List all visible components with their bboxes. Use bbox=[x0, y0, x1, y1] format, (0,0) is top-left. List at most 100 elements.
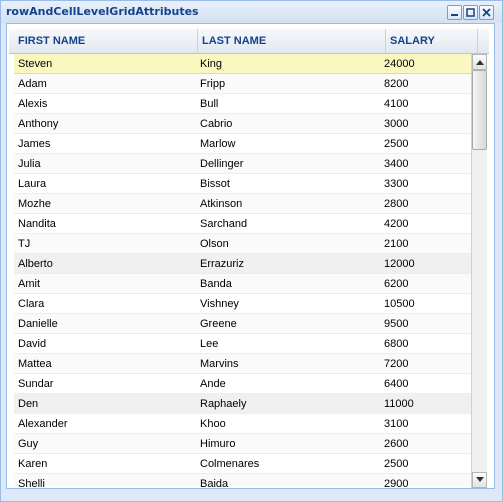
first-name-cell: Alexander bbox=[18, 418, 68, 430]
salary-cell: 4200 bbox=[384, 218, 409, 230]
window-title: rowAndCellLevelGridAttributes bbox=[6, 5, 199, 18]
table-row[interactable]: Danielle Greene 9500 bbox=[14, 314, 474, 334]
salary-cell: 3400 bbox=[384, 158, 409, 170]
table-row[interactable]: TJ Olson 2100 bbox=[14, 234, 474, 254]
table-row[interactable]: Guy Himuro 2600 bbox=[14, 434, 474, 454]
last-name-cell: Raphaely bbox=[200, 398, 247, 410]
table-row[interactable]: Nandita Sarchand 4200 bbox=[14, 214, 474, 234]
table-row[interactable]: Den Raphaely 11000 bbox=[14, 394, 474, 414]
first-name-cell: Mattea bbox=[18, 358, 52, 370]
first-name-cell: Karen bbox=[18, 458, 48, 470]
grid-header: FIRST NAME LAST NAME SALARY bbox=[9, 29, 489, 54]
last-name-cell: Colmenares bbox=[200, 458, 260, 470]
last-name-cell: Dellinger bbox=[200, 158, 244, 170]
close-button[interactable] bbox=[479, 5, 494, 20]
last-name-cell: Marlow bbox=[200, 138, 236, 150]
scroll-up-button[interactable] bbox=[472, 54, 487, 70]
last-name-cell: Sarchand bbox=[200, 218, 248, 230]
table-row[interactable]: Mozhe Atkinson 2800 bbox=[14, 194, 474, 214]
last-name-cell: Banda bbox=[200, 278, 232, 290]
grid-window: rowAndCellLevelGridAttributes FIRST NAME… bbox=[0, 0, 503, 502]
salary-cell: 4100 bbox=[384, 98, 409, 110]
grid-rows: Steven King 24000 Adam Fripp 8200 Alexis Bull 41… bbox=[14, 54, 474, 487]
salary-cell: 2600 bbox=[384, 438, 409, 450]
first-name-cell: Den bbox=[18, 398, 39, 410]
salary-cell: 3100 bbox=[384, 418, 409, 430]
first-name-cell: Alexis bbox=[18, 98, 48, 110]
column-header-salary[interactable]: SALARY bbox=[386, 29, 478, 54]
last-name-cell: Marvins bbox=[200, 358, 239, 370]
table-row[interactable]: Amit Banda 6200 bbox=[14, 274, 474, 294]
last-name-cell: Greene bbox=[200, 318, 237, 330]
first-name-cell: Steven bbox=[18, 58, 53, 70]
last-name-cell: Ande bbox=[200, 378, 226, 390]
salary-cell: 6200 bbox=[384, 278, 409, 290]
salary-cell: 10500 bbox=[384, 298, 415, 310]
last-name-cell: Vishney bbox=[200, 298, 239, 310]
first-name-cell: Danielle bbox=[18, 318, 58, 330]
table-row[interactable]: Alexander Khoo 3100 bbox=[14, 414, 474, 434]
salary-cell: 9500 bbox=[384, 318, 409, 330]
first-name-cell: Guy bbox=[18, 438, 39, 450]
first-name-cell: Clara bbox=[18, 298, 45, 310]
table-row[interactable]: Julia Dellinger 3400 bbox=[14, 154, 474, 174]
last-name-cell: Atkinson bbox=[200, 198, 243, 210]
table-row[interactable]: Sundar Ande 6400 bbox=[14, 374, 474, 394]
table-row[interactable]: Adam Fripp 8200 bbox=[14, 74, 474, 94]
first-name-cell: Shelli bbox=[18, 478, 45, 487]
first-name-cell: Mozhe bbox=[18, 198, 52, 210]
last-name-cell: Himuro bbox=[200, 438, 236, 450]
column-header-last-name[interactable]: LAST NAME bbox=[198, 29, 386, 54]
maximize-button[interactable] bbox=[463, 5, 478, 20]
table-row[interactable]: Shelli Baida 2900 bbox=[14, 474, 474, 487]
last-name-cell: Bissot bbox=[200, 178, 230, 190]
column-header-first-name[interactable]: FIRST NAME bbox=[14, 29, 198, 54]
arrow-down-icon bbox=[476, 477, 484, 482]
first-name-cell: Alberto bbox=[18, 258, 53, 270]
salary-cell: 12000 bbox=[384, 258, 415, 270]
first-name-cell: Julia bbox=[18, 158, 41, 170]
last-name-cell: Baida bbox=[200, 478, 229, 487]
last-name-cell: King bbox=[200, 58, 223, 70]
last-name-cell: Khoo bbox=[200, 418, 226, 430]
window-footer bbox=[1, 489, 502, 501]
maximize-icon bbox=[466, 8, 475, 17]
table-row[interactable]: Laura Bissot 3300 bbox=[14, 174, 474, 194]
salary-cell: 3300 bbox=[384, 178, 409, 190]
salary-cell: 2800 bbox=[384, 198, 409, 210]
minimize-icon bbox=[451, 14, 458, 16]
first-name-cell: James bbox=[18, 138, 51, 150]
data-grid: FIRST NAME LAST NAME SALARY Steven King 24… bbox=[9, 29, 489, 489]
table-row[interactable]: Anthony Cabrio 3000 bbox=[14, 114, 474, 134]
last-name-cell: Fripp bbox=[200, 78, 226, 90]
table-row[interactable]: Clara Vishney 10500 bbox=[14, 294, 474, 314]
table-row[interactable]: Mattea Marvins 7200 bbox=[14, 354, 474, 374]
salary-cell: 6800 bbox=[384, 338, 409, 350]
title-bar[interactable]: rowAndCellLevelGridAttributes bbox=[1, 1, 502, 23]
last-name-cell: Lee bbox=[200, 338, 219, 350]
salary-cell: 11000 bbox=[384, 398, 414, 410]
last-name-cell: Bull bbox=[200, 98, 219, 110]
table-row[interactable]: Alexis Bull 4100 bbox=[14, 94, 474, 114]
first-name-cell: Laura bbox=[18, 178, 47, 190]
salary-cell: 8200 bbox=[384, 78, 409, 90]
salary-cell: 2100 bbox=[384, 238, 409, 250]
salary-cell: 6400 bbox=[384, 378, 409, 390]
first-name-cell: TJ bbox=[18, 238, 31, 250]
salary-cell: 3000 bbox=[384, 118, 409, 130]
arrow-up-icon bbox=[476, 60, 484, 65]
table-row[interactable]: Karen Colmenares 2500 bbox=[14, 454, 474, 474]
salary-cell: 2500 bbox=[384, 138, 409, 150]
table-row[interactable]: David Lee 6800 bbox=[14, 334, 474, 354]
salary-cell: 7200 bbox=[384, 358, 409, 370]
salary-cell: 2900 bbox=[384, 478, 409, 487]
close-icon bbox=[482, 8, 491, 17]
scroll-down-button[interactable] bbox=[472, 472, 487, 488]
table-row[interactable]: Alberto Errazuriz 12000 bbox=[14, 254, 474, 274]
minimize-button[interactable] bbox=[447, 5, 462, 20]
vertical-scrollbar[interactable] bbox=[471, 54, 487, 488]
first-name-cell: Adam bbox=[18, 78, 47, 90]
table-row[interactable]: Steven King 24000 bbox=[14, 54, 474, 74]
table-row[interactable]: James Marlow 2500 bbox=[14, 134, 474, 154]
scrollbar-thumb[interactable] bbox=[472, 70, 487, 150]
